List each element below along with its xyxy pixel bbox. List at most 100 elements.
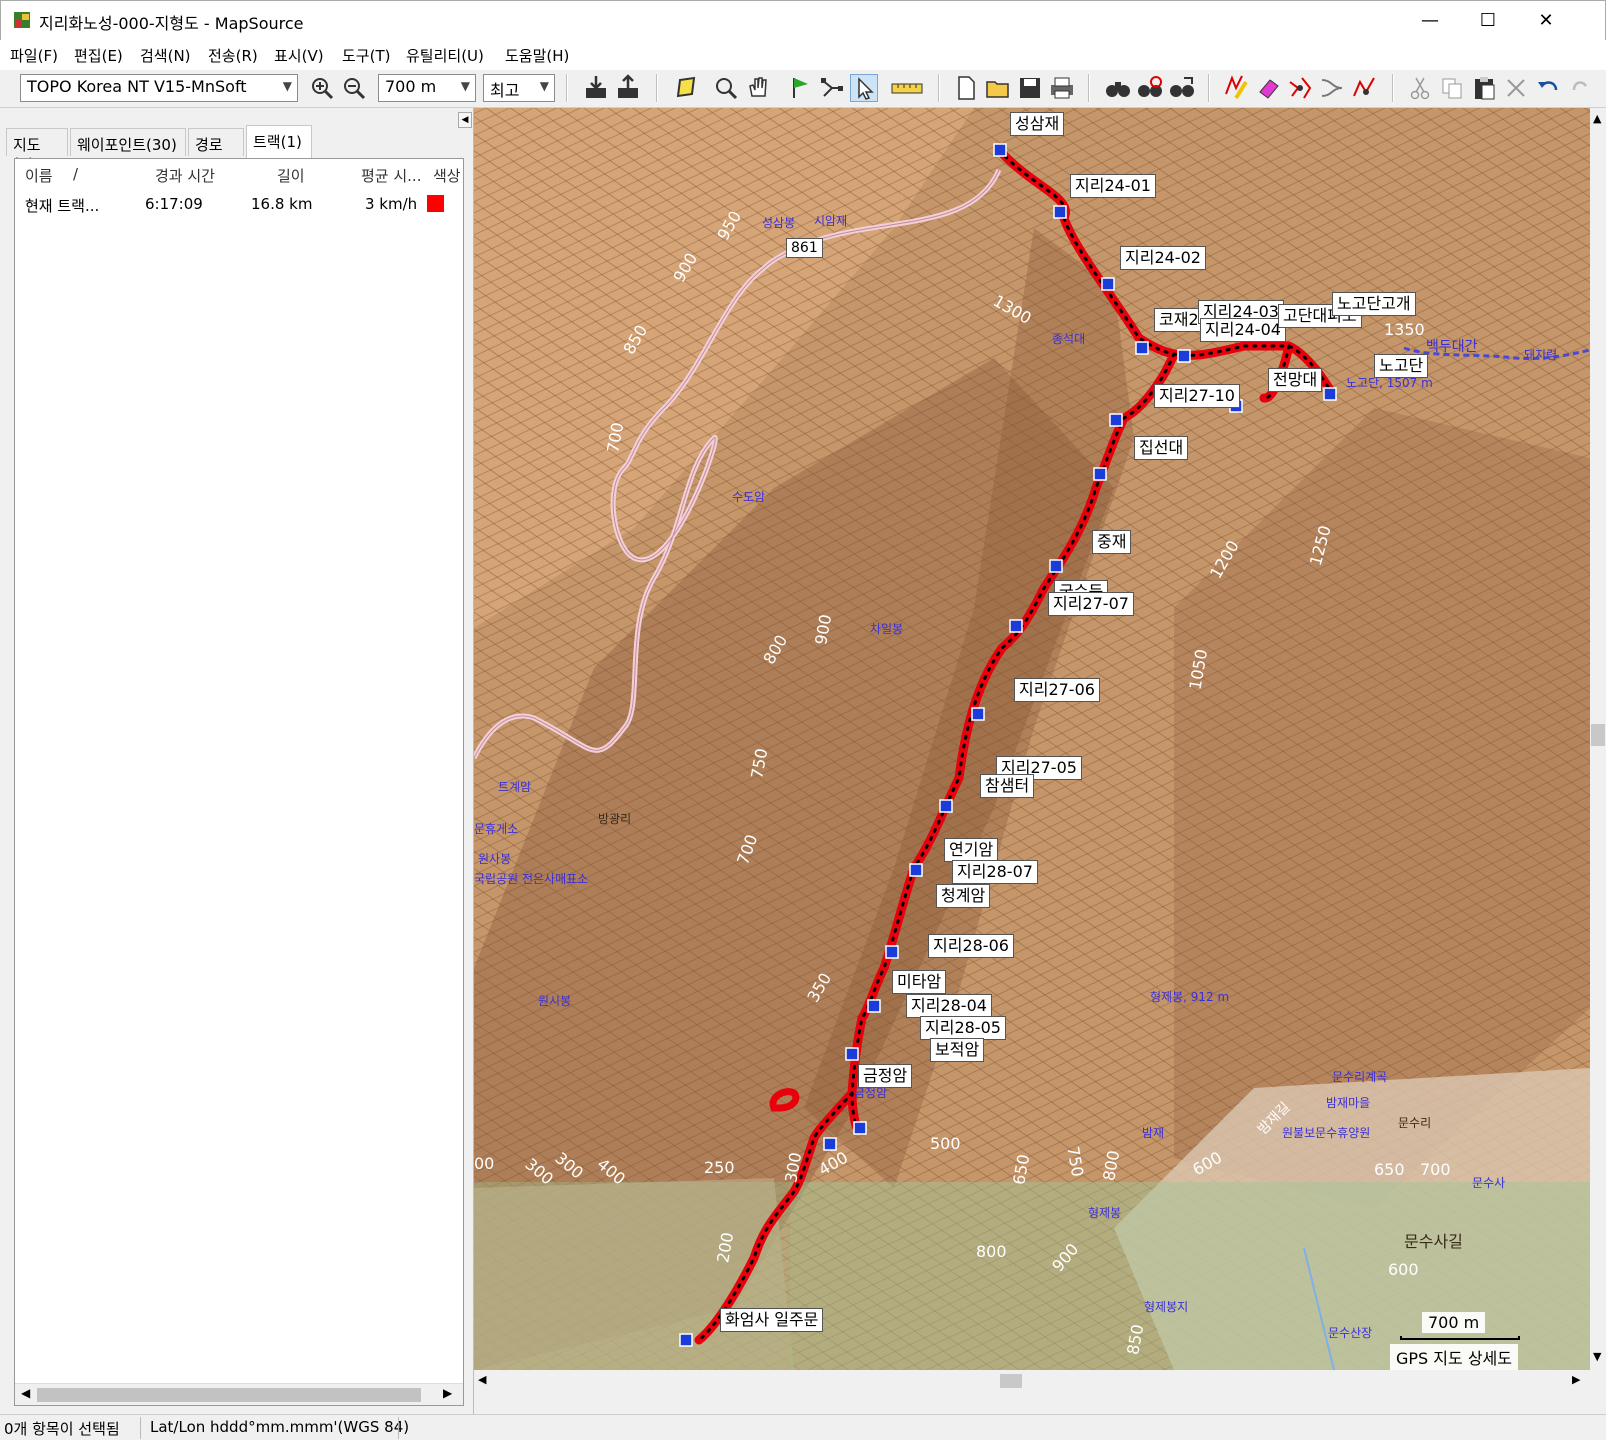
map-product-select[interactable]: TOPO Korea NT V15-MnSoft ▼ (20, 74, 298, 102)
measure-tool-button[interactable] (890, 74, 924, 102)
poi-label: 형제봉, 912 m (1150, 990, 1230, 1004)
join-track-button[interactable] (1318, 74, 1346, 102)
save-button[interactable] (1016, 74, 1044, 102)
detail-select[interactable]: 최고 ▼ (483, 74, 555, 102)
scroll-left-icon[interactable]: ◀ (21, 1386, 30, 1400)
route-tool-button[interactable] (818, 74, 846, 102)
tab-routes[interactable]: 경로 (188, 128, 244, 156)
pan-tool-button[interactable] (744, 74, 772, 102)
scrollbar-thumb[interactable] (1000, 1374, 1022, 1388)
scroll-up-icon[interactable]: ▲ (1593, 112, 1601, 125)
menu-tools[interactable]: 도구(T) (342, 45, 390, 66)
find-button[interactable] (1104, 74, 1132, 102)
waypoint-label[interactable]: 금정암 (858, 1064, 913, 1088)
waypoint-tool-button[interactable] (786, 74, 814, 102)
column-header-length[interactable]: 길이 (277, 165, 305, 186)
map-horizontal-scrollbar[interactable]: ◀ ▶ (474, 1370, 1590, 1392)
receive-from-device-button[interactable] (582, 74, 610, 102)
column-header-name[interactable]: 이름 (25, 165, 53, 186)
new-file-button[interactable] (952, 74, 980, 102)
zoom-in-button[interactable] (308, 74, 336, 102)
waypoint-label[interactable]: 지리27-10 (1154, 384, 1240, 408)
map-vertical-scrollbar[interactable]: ▲ ▼ (1590, 108, 1606, 1370)
menu-edit[interactable]: 편집(E) (74, 45, 123, 66)
waypoint-label[interactable]: 노고단 (1374, 354, 1429, 378)
waypoint-label[interactable]: 화엄사 일주문 (720, 1308, 824, 1332)
binoculars-icon (1106, 82, 1130, 97)
waypoint-label[interactable]: 지리28-05 (920, 1016, 1006, 1040)
column-header-avg-speed[interactable]: 평균 시... (361, 165, 421, 186)
road-badge: 861 (786, 238, 823, 258)
chevron-down-icon: ▼ (539, 79, 549, 93)
waypoint-label[interactable]: 청계암 (936, 884, 991, 908)
waypoint-label[interactable]: 지리28-04 (906, 994, 992, 1018)
select-tool-button[interactable] (850, 74, 878, 102)
list-horizontal-scrollbar[interactable]: ◀ ▶ (15, 1383, 463, 1405)
track-edit-button[interactable] (1222, 74, 1250, 102)
print-button[interactable] (1048, 74, 1076, 102)
maximize-button[interactable]: ☐ (1459, 1, 1517, 41)
column-header-color[interactable]: 색상 (433, 165, 463, 186)
scrollbar-thumb[interactable] (37, 1388, 421, 1402)
waypoint-label[interactable]: 연기암 (944, 838, 999, 862)
waypoint-label[interactable]: 참샘터 (980, 774, 1035, 798)
tab-waypoints[interactable]: 웨이포인트(30) (70, 128, 186, 156)
scroll-right-icon[interactable]: ▶ (1572, 1373, 1580, 1386)
waypoint-label[interactable]: 지리28-06 (928, 934, 1014, 958)
erase-button[interactable] (1254, 74, 1282, 102)
copy-button[interactable] (1438, 74, 1466, 102)
tab-tracks[interactable]: 트랙(1) (246, 125, 312, 158)
map-view[interactable]: 성삼봉 시암재 종석대 수도암 차일봉 트계암 문휴게소 원사봉 국립공원 전은… (474, 108, 1590, 1370)
scroll-down-icon[interactable]: ▼ (1593, 1350, 1601, 1363)
tab-maps[interactable]: 지도(3) (6, 128, 68, 173)
menu-file[interactable]: 파일(F) (10, 45, 58, 66)
waypoint-label[interactable]: 집선대 (1134, 436, 1189, 460)
paste-button[interactable] (1470, 74, 1498, 102)
magnifier-icon (716, 78, 738, 100)
waypoint-label[interactable]: 노고단고개 (1332, 292, 1416, 316)
poi-label: 밤재마을 (1326, 1096, 1371, 1110)
find-recent-button[interactable] (1168, 74, 1196, 102)
waypoint-label[interactable]: 코재2 (1154, 308, 1204, 332)
waypoint-label[interactable]: 전망대 (1268, 368, 1323, 392)
menu-view[interactable]: 표시(V) (274, 45, 324, 66)
menu-transfer[interactable]: 전송(R) (208, 45, 258, 66)
scrollbar-thumb[interactable] (1591, 724, 1605, 746)
zoom-out-button[interactable] (340, 74, 368, 102)
menu-search[interactable]: 검색(N) (140, 45, 191, 66)
waypoint-label[interactable]: 보적암 (930, 1038, 985, 1062)
contour-label: 800 (976, 1242, 1007, 1261)
find-nearby-button[interactable] (1136, 74, 1164, 102)
zoom-scale-select[interactable]: 700 m ▼ (378, 74, 476, 102)
redo-button[interactable] (1566, 74, 1594, 102)
zoom-tool-button[interactable] (712, 74, 740, 102)
status-bar: 0개 항목이 선택됨 Lat/Lon hddd°mm.mmm'(WGS 84) (0, 1414, 1606, 1440)
waypoint-label[interactable]: 지리24-01 (1070, 174, 1156, 198)
waypoint-label[interactable]: 지리27-06 (1014, 678, 1100, 702)
waypoint-label[interactable]: 지리28-07 (952, 860, 1038, 884)
open-file-button[interactable] (984, 74, 1012, 102)
delete-button[interactable] (1502, 74, 1530, 102)
waypoint-label[interactable]: 미타암 (892, 970, 947, 994)
minimize-button[interactable]: — (1401, 1, 1459, 41)
column-header-elapsed[interactable]: 경과 시간 (155, 165, 215, 186)
waypoint-label[interactable]: 성삼재 (1010, 112, 1065, 136)
waypoint-label[interactable]: 지리24-02 (1120, 246, 1206, 270)
menu-help[interactable]: 도움말(H) (505, 45, 569, 66)
contour-label: 650 (1374, 1160, 1405, 1179)
collapse-panel-button[interactable]: ◀ (458, 112, 472, 128)
undo-button[interactable] (1534, 74, 1562, 102)
close-button[interactable]: ✕ (1517, 1, 1575, 41)
track-profile-button[interactable] (1350, 74, 1378, 102)
scroll-left-icon[interactable]: ◀ (478, 1373, 486, 1386)
cut-button[interactable] (1406, 74, 1434, 102)
waypoint-label[interactable]: 지리24-04 (1200, 318, 1286, 342)
waypoint-label[interactable]: 중재 (1092, 530, 1132, 554)
scroll-right-icon[interactable]: ▶ (443, 1386, 452, 1400)
waypoint-label[interactable]: 지리27-07 (1048, 592, 1134, 616)
map-tool-button[interactable] (672, 74, 700, 102)
menu-utilities[interactable]: 유틸리티(U) (406, 45, 484, 66)
send-to-device-button[interactable] (614, 74, 642, 102)
divide-track-button[interactable] (1286, 74, 1314, 102)
route-icon (821, 78, 843, 97)
